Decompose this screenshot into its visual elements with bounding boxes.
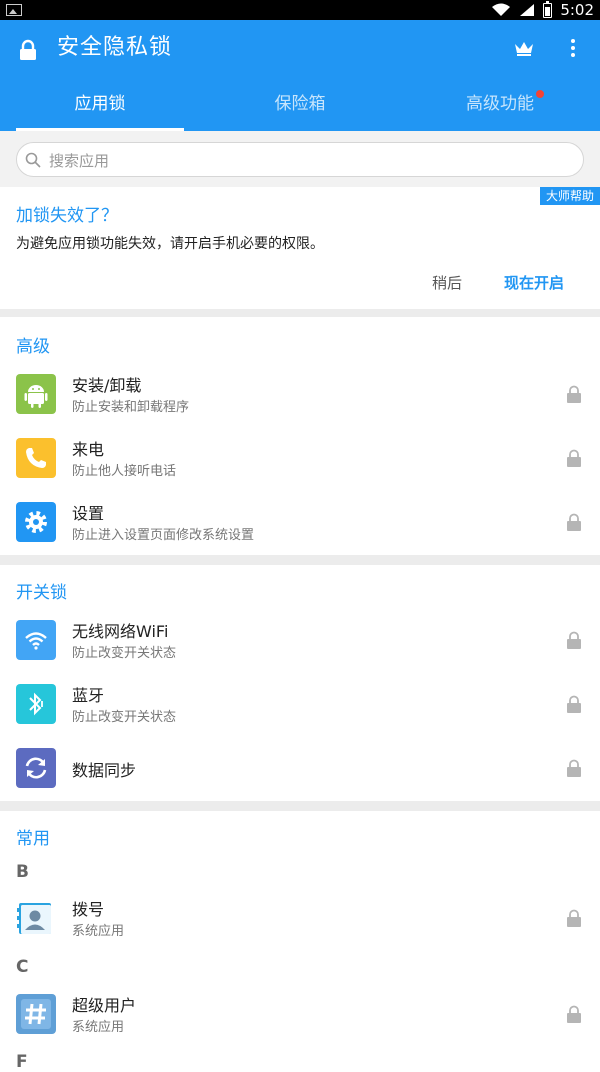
banner-description: 为避免应用锁功能失效，请开启手机必要的权限。 [16,236,324,252]
permission-banner: 大师帮助 加锁失效了？ 为避免应用锁功能失效，请开启手机必要的权限。 稍后 现在… [0,187,600,309]
lock-row-wifi[interactable]: 无线网络WiFi 防止改变开关状态 [0,608,600,672]
section-divider [0,309,600,317]
item-name: 来电 [72,440,105,459]
battery-icon [543,0,553,18]
item-description: 系统应用 [72,924,125,939]
tab-label: 保险箱 [274,94,326,114]
lock-row-superuser[interactable]: 超级用户 系统应用 [0,982,600,1046]
lock-row-dialer[interactable]: 拨号 系统应用 [0,886,600,950]
item-name: 安装/卸载 [72,376,142,395]
bluetooth-icon [16,684,56,724]
item-name: 超级用户 [72,996,137,1015]
superuser-icon [16,994,56,1034]
section-title-advanced: 高级 [16,337,50,357]
tab-app-lock[interactable]: 应用锁 [0,80,200,131]
item-name: 无线网络WiFi [72,622,169,641]
item-description: 系统应用 [72,1020,125,1035]
search-input[interactable] [47,143,571,178]
enable-now-button[interactable]: 现在开启 [504,272,564,293]
tab-advanced-features[interactable]: 高级功能 [400,80,600,131]
later-button[interactable]: 稍后 [432,272,462,293]
item-description: 防止安装和卸载程序 [72,400,190,415]
item-name: 数据同步 [72,761,137,780]
lock-row-bluetooth[interactable]: 蓝牙 防止改变开关状态 [0,672,600,736]
item-name: 设置 [72,504,105,523]
lock-toggle-icon[interactable] [566,1005,582,1023]
tab-bar: 应用锁 保险箱 高级功能 [0,80,600,131]
lock-toggle-icon[interactable] [566,631,582,649]
item-name: 拨号 [72,900,105,919]
index-letter: C [16,957,29,977]
lock-toggle-icon[interactable] [566,909,582,927]
lock-row-incoming-call[interactable]: 来电 防止他人接听电话 [0,426,600,490]
lock-icon [20,39,36,60]
item-name: 蓝牙 [72,686,105,705]
gear-icon [16,502,56,542]
lock-toggle-icon[interactable] [566,449,582,467]
banner-title: 加锁失效了？ [16,206,118,226]
item-description: 防止改变开关状态 [72,646,177,661]
search-icon [25,152,41,168]
lock-toggle-icon[interactable] [566,513,582,531]
help-badge[interactable]: 大师帮助 [539,187,600,205]
item-description: 防止改变开关状态 [72,710,177,725]
signal-icon [520,4,535,16]
phone-icon [16,438,56,478]
index-letter: B [16,862,29,882]
item-description: 防止他人接听电话 [72,464,177,479]
section-divider [0,555,600,565]
tab-vault[interactable]: 保险箱 [200,80,400,131]
index-letter: F [16,1052,28,1072]
search-box[interactable] [16,142,584,178]
lock-toggle-icon[interactable] [566,385,582,403]
search-area [0,131,600,187]
clock: 5:02 [560,1,594,19]
section-divider [0,801,600,811]
lock-toggle-icon[interactable] [566,695,582,713]
section-title-common: 常用 [16,829,50,849]
item-description: 防止进入设置页面修改系统设置 [72,528,255,543]
lock-row-data-sync[interactable]: 数据同步 [0,736,600,800]
crown-icon[interactable] [513,39,535,57]
wifi-icon [16,620,56,660]
lock-row-settings[interactable]: 设置 防止进入设置页面修改系统设置 [0,490,600,554]
lock-row-install-uninstall[interactable]: 安装/卸载 防止安装和卸载程序 [0,362,600,426]
tab-label: 应用锁 [74,94,126,114]
notification-dot [536,90,544,98]
android-icon [16,374,56,414]
app-bar: 安全隐私锁 应用锁 保险箱 高级功能 [0,20,600,131]
more-options-icon[interactable] [565,37,581,59]
wifi-status-icon [492,3,511,16]
sync-icon [16,748,56,788]
app-title: 安全隐私锁 [57,35,173,60]
tab-label: 高级功能 [466,94,534,114]
image-notification-icon [6,4,22,16]
section-title-switch-lock: 开关锁 [16,583,67,603]
dialer-icon [16,898,56,938]
lock-toggle-icon[interactable] [566,759,582,777]
status-bar: 5:02 [0,0,600,20]
